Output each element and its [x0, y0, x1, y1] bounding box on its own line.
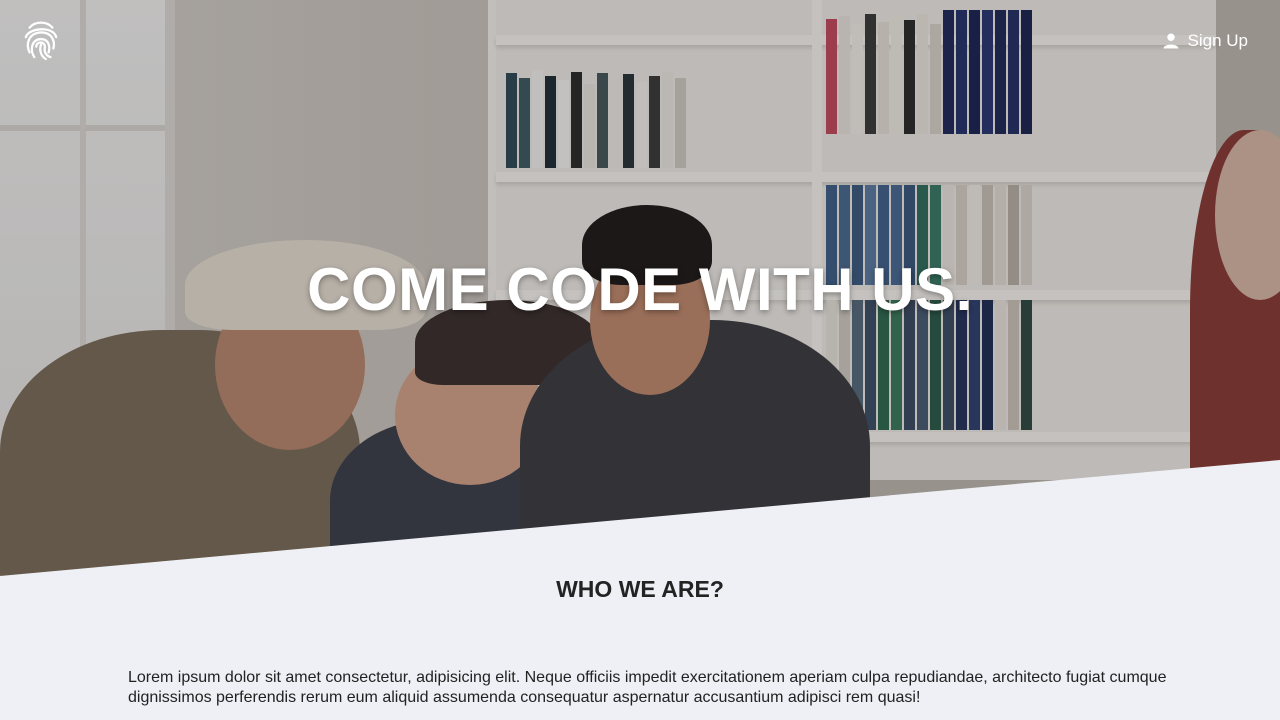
section-title: WHO WE ARE? [556, 576, 724, 602]
person-icon [1163, 33, 1179, 49]
fingerprint-icon[interactable] [22, 18, 60, 62]
hero-title: COME CODE WITH US. [307, 256, 973, 323]
signup-label: Sign Up [1187, 31, 1248, 50]
about-paragraph: Lorem ipsum dolor sit amet consectetur, … [128, 669, 1167, 706]
signup-button[interactable]: Sign Up [1162, 31, 1248, 51]
